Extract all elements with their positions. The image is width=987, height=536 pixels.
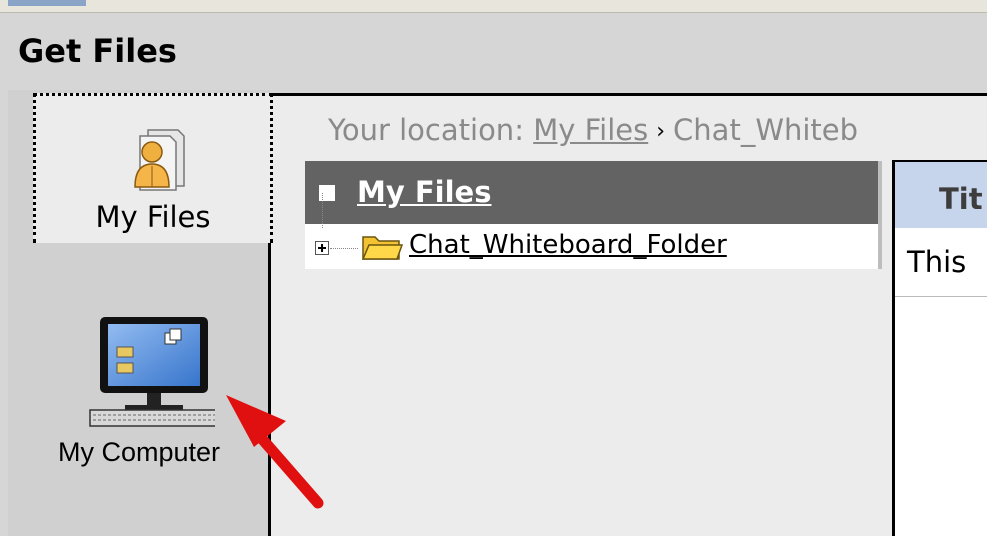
tab-label-my-files: My Files: [95, 200, 211, 234]
tree-scrollbar[interactable]: [878, 161, 882, 269]
plus-icon[interactable]: [315, 241, 329, 255]
page-title: Get Files: [18, 32, 177, 70]
folder-icon: [361, 231, 404, 265]
user-files-icon: [126, 124, 190, 196]
tree-connector: [322, 193, 323, 228]
tree-item[interactable]: Chat_Whiteboard_Folder: [305, 227, 879, 267]
tab-my-files[interactable]: My Files: [33, 93, 273, 243]
breadcrumb-link-my-files[interactable]: My Files: [533, 113, 648, 147]
column-header-title[interactable]: Tit: [895, 162, 987, 228]
list-item-text: This: [907, 245, 967, 279]
computer-icon: [85, 315, 219, 434]
folder-tree: My Files Chat_Whiteboard_Folder: [305, 161, 879, 269]
tree-header: My Files: [305, 161, 879, 224]
tree-root-link[interactable]: My Files: [357, 175, 491, 209]
list-item[interactable]: This: [895, 228, 987, 297]
breadcrumb-separator-icon: ›: [656, 119, 666, 144]
tree-item-label[interactable]: Chat_Whiteboard_Folder: [409, 230, 727, 260]
top-accent-bar: [8, 0, 86, 6]
breadcrumb: Your location: My Files › Chat_Whiteb: [328, 113, 858, 147]
content-frame: [268, 93, 987, 536]
tree-connector-horizontal: [330, 248, 358, 249]
tab-label-my-computer: My Computer: [58, 437, 221, 467]
column-header-label: Tit: [939, 182, 983, 216]
file-list-panel: Tit This: [892, 160, 987, 536]
annotation-arrow-icon: [220, 385, 330, 519]
breadcrumb-prefix: Your location:: [328, 113, 524, 147]
breadcrumb-current: Chat_Whiteb: [673, 113, 859, 147]
window-top-strip: [0, 0, 987, 13]
